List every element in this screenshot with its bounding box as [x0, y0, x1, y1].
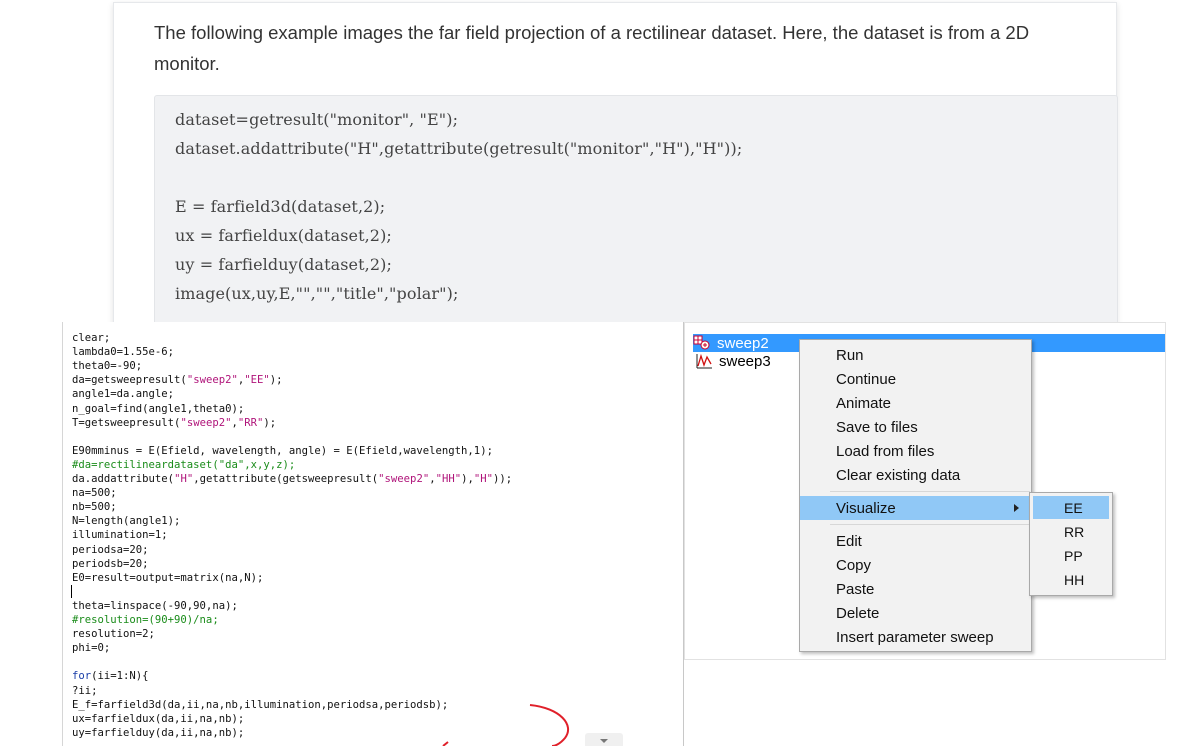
code-line: dataset=getresult("monitor", "E"); [175, 110, 459, 129]
menu-item-clear-existing-data[interactable]: Clear existing data [800, 463, 1031, 487]
code-line[interactable]: E_f=farfield3d(da,ii,na,nb,illumination,… [72, 698, 448, 712]
code-line[interactable]: illumination=1; [72, 528, 168, 542]
code-line[interactable]: T=getsweepresult("sweep2","RR"); [72, 416, 276, 430]
code-line: ux = farfieldux(dataset,2); [175, 226, 392, 245]
code-line[interactable]: E0=result=output=matrix(na,N); [72, 571, 263, 585]
sweep-grid-icon [693, 335, 711, 351]
script-editor[interactable]: clear; lambda0=1.55e-6; theta0=-90; da=gets… [62, 322, 684, 746]
menu-separator [830, 524, 1030, 525]
menu-item-animate[interactable]: Animate [800, 391, 1031, 415]
code-line[interactable]: da=getsweepresult("sweep2","EE"); [72, 373, 283, 387]
code-line[interactable]: E90mminus = E(Efield, wavelength, angle)… [72, 444, 493, 458]
code-line[interactable]: lambda0=1.55e-6; [72, 345, 174, 359]
menu-item-copy[interactable]: Copy [800, 553, 1031, 577]
code-line[interactable]: phi=0; [72, 641, 110, 655]
submenu-item-ee[interactable]: EE [1033, 496, 1109, 519]
chevron-down-icon [600, 739, 608, 743]
menu-separator [830, 491, 1030, 492]
menu-item-run[interactable]: Run [800, 343, 1031, 367]
code-line[interactable]: na=500; [72, 486, 117, 500]
code-line[interactable]: #da=rectilineardataset("da",x,y,z); [72, 458, 295, 472]
code-line: E = farfield3d(dataset,2); [175, 197, 386, 216]
menu-item-continue[interactable]: Continue [800, 367, 1031, 391]
submenu-arrow-icon [1014, 504, 1019, 512]
menu-item-delete[interactable]: Delete [800, 601, 1031, 625]
doc-paragraph: The following example images the far fie… [154, 22, 1030, 74]
code-line[interactable]: da.addattribute("H",getattribute(getswee… [72, 472, 512, 486]
code-line[interactable]: #resolution=(90+90)/na; [72, 613, 219, 627]
code-line[interactable]: resolution=2; [72, 627, 155, 641]
menu-item-save-to-files[interactable]: Save to files [800, 415, 1031, 439]
documentation-card: The following example images the far fie… [113, 2, 1118, 328]
code-line: dataset.addattribute("H",getattribute(ge… [175, 139, 743, 158]
sweep-wave-icon [695, 353, 713, 369]
menu-item-edit[interactable]: Edit [800, 529, 1031, 553]
visualize-submenu: EE RR PP HH [1029, 492, 1113, 596]
code-line[interactable]: angle1=da.angle; [72, 387, 174, 401]
submenu-item-rr[interactable]: RR [1033, 520, 1109, 543]
menu-item-paste[interactable]: Paste [800, 577, 1031, 601]
code-line[interactable]: N=length(angle1); [72, 514, 180, 528]
tree-item-label: sweep3 [719, 352, 771, 370]
tree-item-sweep3[interactable]: sweep3 [695, 352, 771, 370]
menu-item-load-from-files[interactable]: Load from files [800, 439, 1031, 463]
code-line[interactable]: n_goal=find(angle1,theta0); [72, 402, 244, 416]
code-line: image(ux,uy,E,"","","title","polar"); [175, 284, 459, 303]
code-line[interactable]: clear; [72, 331, 110, 345]
code-line[interactable]: for(ii=1:N){ [72, 669, 149, 683]
context-menu: Run Continue Animate Save to files Load … [799, 339, 1032, 652]
code-line[interactable]: ux=farfieldux(da,ii,na,nb); [72, 712, 244, 726]
code-line[interactable]: nb=500; [72, 500, 117, 514]
code-line[interactable]: ?ii; [72, 684, 98, 698]
code-line[interactable]: periodsb=20; [72, 557, 149, 571]
code-line[interactable]: theta0=-90; [72, 359, 142, 373]
code-line[interactable]: uy=farfielduy(da,ii,na,nb); [72, 726, 244, 740]
code-line[interactable]: periodsa=20; [72, 543, 149, 557]
submenu-item-pp[interactable]: PP [1033, 544, 1109, 567]
code-example-block: dataset=getresult("monitor", "E"); datas… [154, 95, 1118, 325]
menu-item-insert-parameter-sweep[interactable]: Insert parameter sweep [800, 625, 1031, 649]
scroll-down-button[interactable] [585, 733, 623, 746]
text-cursor [71, 585, 72, 598]
menu-item-visualize[interactable]: Visualize [800, 496, 1031, 520]
code-line: uy = farfielduy(dataset,2); [175, 255, 392, 274]
menu-item-label: Visualize [836, 499, 896, 517]
tree-item-label: sweep2 [717, 334, 769, 352]
code-line[interactable]: theta=linspace(-90,90,na); [72, 599, 238, 613]
submenu-item-hh[interactable]: HH [1033, 568, 1109, 591]
